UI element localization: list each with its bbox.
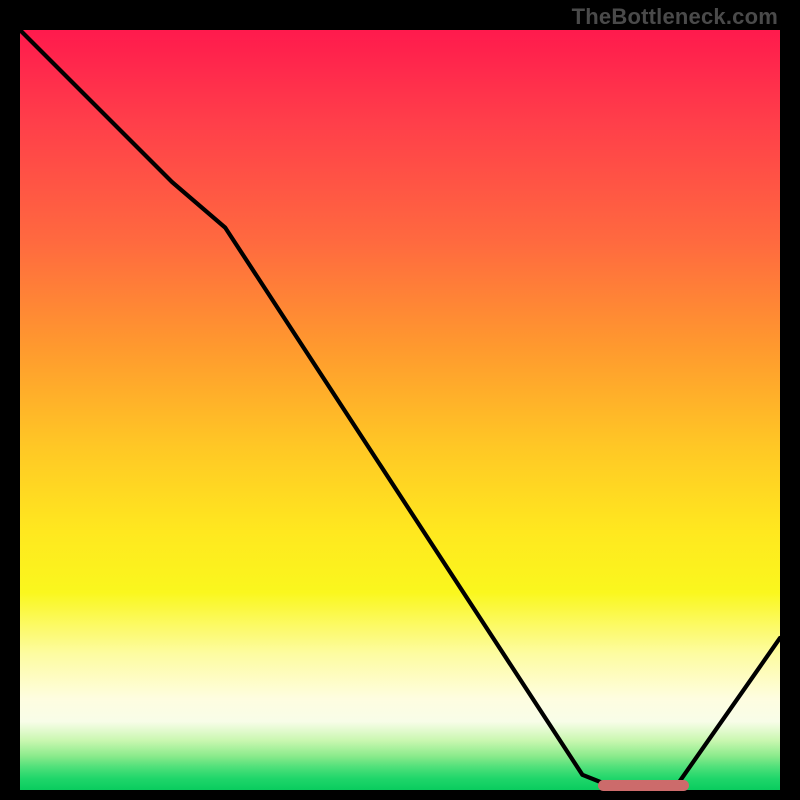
curve-path bbox=[20, 30, 780, 790]
watermark-text: TheBottleneck.com bbox=[572, 4, 778, 30]
line-series bbox=[20, 30, 780, 790]
chart-frame bbox=[20, 30, 780, 790]
